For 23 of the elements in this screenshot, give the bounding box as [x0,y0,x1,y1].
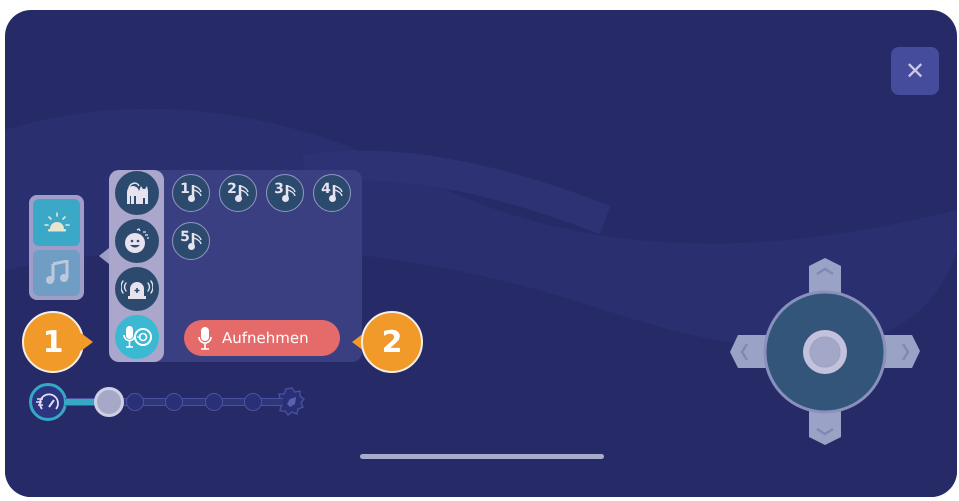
track-button[interactable]: 2 [219,174,257,212]
lamp-icon [44,211,70,234]
note-icon [282,183,298,203]
music-note-icon [44,260,68,286]
category-button[interactable] [114,267,158,311]
callout-pointer [81,333,93,351]
track-button[interactable]: 1 [172,174,210,212]
note-icon [188,231,204,251]
note-icon [234,183,251,203]
microphone-disc-icon [122,324,152,350]
note-icon [328,183,345,203]
note-icon [188,183,204,203]
category-button[interactable] [114,171,158,215]
category-button[interactable] [114,219,158,263]
smiling-face-icon [122,228,150,254]
track-button[interactable]: 5 [172,222,210,260]
track-button[interactable]: 3 [266,174,304,212]
direction-pad[interactable] [730,258,920,445]
speed-slider[interactable] [65,387,283,417]
track-button[interactable]: 4 [313,174,351,212]
close-button[interactable]: ✕ [891,47,939,95]
microphone-icon [198,326,212,350]
rocket-icon [277,387,307,417]
